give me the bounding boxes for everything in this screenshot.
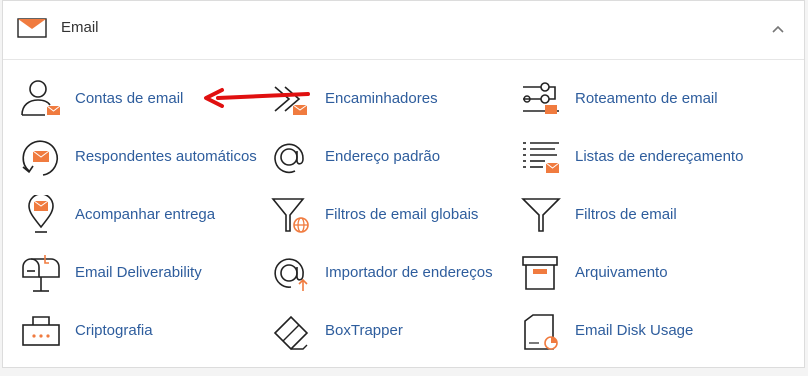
item-label: Listas de endereçamento bbox=[575, 148, 744, 165]
item-label: Respondentes automáticos bbox=[75, 148, 257, 165]
disk-usage-icon bbox=[524, 314, 558, 350]
item-label: Criptografia bbox=[75, 322, 153, 339]
item-label: BoxTrapper bbox=[325, 322, 403, 339]
mailing-lists-icon bbox=[523, 142, 560, 173]
email-routing-icon bbox=[523, 82, 559, 114]
encryption-icon bbox=[22, 316, 60, 346]
global-filters-icon bbox=[271, 198, 309, 233]
mailbox-icon bbox=[22, 255, 60, 292]
envelope-icon bbox=[17, 18, 47, 38]
item-label: Importador de endereços bbox=[325, 264, 493, 281]
track-delivery-icon bbox=[28, 195, 54, 233]
item-label: Encaminhadores bbox=[325, 90, 438, 107]
archive-icon bbox=[522, 256, 558, 290]
section-title: Email bbox=[61, 19, 99, 36]
default-address-icon bbox=[274, 143, 304, 174]
item-label: Acompanhar entrega bbox=[75, 206, 216, 223]
item-label: Email Disk Usage bbox=[575, 322, 694, 339]
item-label: Filtros de email globais bbox=[325, 206, 479, 223]
boxtrapper-icon bbox=[273, 315, 309, 351]
forwarders-icon bbox=[274, 86, 308, 115]
email-accounts-icon bbox=[21, 80, 61, 116]
autoresponder-icon bbox=[22, 140, 59, 176]
item-label: Contas de email bbox=[75, 90, 184, 107]
item-label: Roteamento de email bbox=[575, 90, 718, 107]
item-label: Filtros de email bbox=[575, 206, 677, 223]
item-label: Email Deliverability bbox=[75, 264, 202, 281]
item-label: Endereço padrão bbox=[325, 148, 441, 165]
item-label: Arquivamento bbox=[575, 264, 668, 281]
chevron-up-icon[interactable] bbox=[770, 21, 786, 37]
address-importer-icon bbox=[274, 258, 308, 291]
email-filters-icon bbox=[521, 198, 561, 232]
email-panel: Email Contas de email Encaminhadores Rot… bbox=[2, 0, 805, 368]
panel-header[interactable]: Email bbox=[3, 1, 804, 60]
